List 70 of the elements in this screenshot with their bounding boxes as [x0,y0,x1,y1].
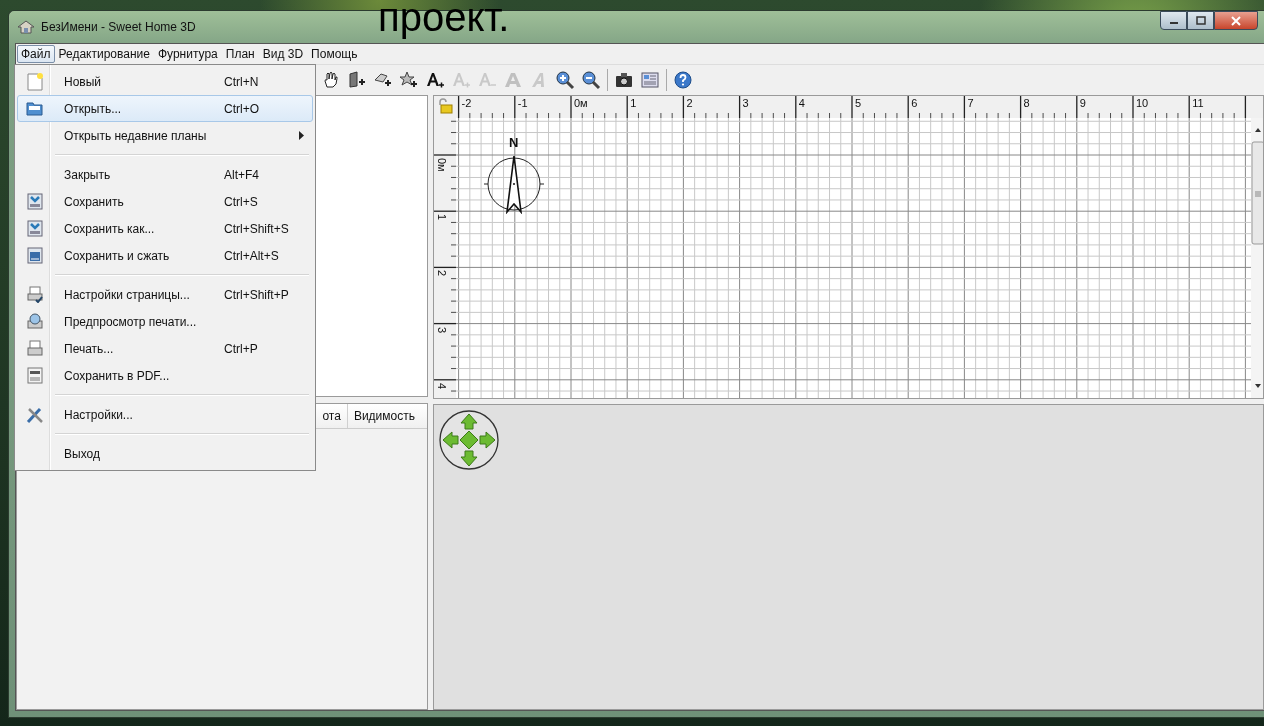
ruler-label: 4 [798,97,805,109]
page-setup-icon [27,286,43,303]
ruler-label: 11 [1192,97,1204,109]
menu-item[interactable]: Новый Ctrl+N [17,68,313,95]
menu-bar-item[interactable]: Фурнитура [153,45,222,63]
column-header[interactable]: Видимость [346,404,421,428]
save-icon [27,220,43,237]
save-icon [27,193,43,210]
ruler-label: 2 [436,270,448,277]
ruler-label: 3 [742,97,749,109]
menu-item[interactable]: Сохранить и сжать Ctrl+Alt+S [17,242,313,269]
menu-item[interactable]: Печать... Ctrl+P [17,335,313,362]
ruler-label: -2 [461,97,472,109]
menu-item[interactable]: Сохранить Ctrl+S [17,188,313,215]
folder-icon [26,100,44,117]
tools-icon [26,405,44,424]
menu-item[interactable]: Сохранить как... Ctrl+Shift+S [17,215,313,242]
ruler-label: 8 [1023,97,1030,109]
window-title: БезИмени - Sweet Home 3D [41,20,196,34]
column-header[interactable]: ота [322,404,347,428]
zip-icon [27,247,43,264]
camera-icon[interactable] [614,70,634,90]
maximize-button[interactable] [1187,11,1214,30]
menu-item[interactable]: Закрыть Alt+F4 [17,161,313,188]
menu-bar-item[interactable]: Редактирование [54,45,154,63]
ruler-label: 3 [436,326,448,333]
zoom-out-icon[interactable] [581,70,601,90]
menu-item[interactable]: Настройки... [17,401,313,428]
minimize-button[interactable] [1160,11,1187,30]
ruler-label: 4 [436,382,448,389]
menu-item[interactable]: Предпросмотр печати... [17,308,313,335]
ruler-label: -1 [517,97,528,109]
submenu-arrow-icon [299,131,304,140]
ruler-label: 9 [1079,97,1086,109]
pdf-file-icon [27,367,43,384]
plan-grid[interactable]: N [456,118,1251,398]
close-icon [1230,15,1242,26]
ruler-label: 5 [855,97,862,109]
zoom-in-icon[interactable] [555,70,575,90]
ruler-label: 6 [911,97,918,109]
menu-item[interactable]: Настройки страницы... Ctrl+Shift+P [17,281,313,308]
hand-icon[interactable] [321,70,341,90]
add-item-icon[interactable] [399,70,419,90]
ruler-label: 10 [1136,97,1149,109]
menu-item[interactable]: Открыть... Ctrl+O [17,95,313,122]
print-preview-icon [27,313,43,330]
menu-item[interactable]: Открыть недавние планы [17,122,313,149]
menu-bar-item[interactable]: Помощь [307,45,362,63]
vertical-scrollbar[interactable] [1251,118,1263,398]
menu-item[interactable]: Сохранить в PDF... [17,362,313,389]
menu-item[interactable]: Выход [17,440,313,467]
add-furniture-icon[interactable] [347,70,367,90]
ruler-label: 0м [436,158,448,172]
text-enlarge-icon[interactable] [425,70,445,90]
ruler-label: 2 [686,97,693,109]
help-icon[interactable] [673,70,693,90]
ruler-label: 0м [574,97,588,109]
printer-icon [27,340,43,357]
menu-bar-item[interactable]: Файл [17,45,55,63]
menu-bar-item[interactable]: Вид 3D [258,45,308,63]
navigation-control[interactable] [438,409,500,471]
maximize-icon [1195,16,1206,25]
close-button[interactable] [1214,11,1258,30]
image-icon[interactable] [640,70,660,90]
ruler-label: 7 [967,97,974,109]
menu-bar-item[interactable]: План [221,45,259,63]
house-icon [17,19,35,35]
ruler-label: 1 [436,214,448,221]
ruler-label: 1 [630,97,637,109]
new-file-icon [27,72,43,91]
